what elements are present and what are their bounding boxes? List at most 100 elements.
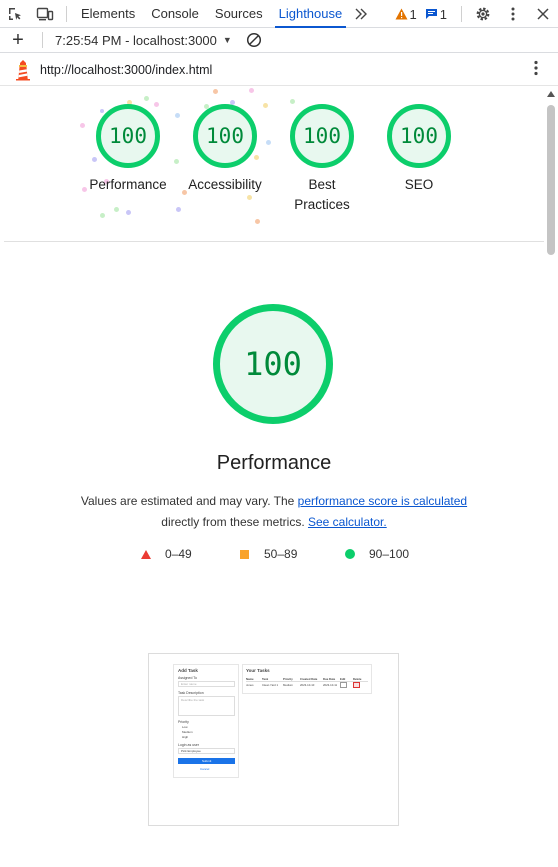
confetti-dot [174,159,179,164]
gauge-performance-score: 100 [96,104,160,168]
desc-text: Values are estimated and may vary. The [80,494,298,508]
see-calculator-link[interactable]: See calculator. [308,515,387,529]
gauge-performance-label: Performance [89,177,167,192]
performance-heading: Performance [216,452,332,474]
desc-text: directly from these metrics. [161,515,308,529]
warnings-count: 1 [409,6,417,22]
lighthouse-report: 100 Performance 100 Accessibility 100 Be… [4,87,544,867]
mini-desc-placeholder: Describe the task [181,698,205,702]
confetti-dot [176,207,181,212]
more-tabs-icon[interactable] [350,8,372,20]
mini-row-due: 2023-10-11 [323,683,338,687]
mini-user-value: Pick Employee [181,749,201,753]
mini-row-task: Clean Yard 1 [262,683,279,687]
mini-priority-medium: Medium [182,730,193,734]
final-screenshot[interactable]: Add Task Assigned To Enter name Task Des… [148,653,399,826]
legend-pass: 90–100 [345,547,409,561]
lighthouse-toolbar: + 7:25:54 PM - localhost:3000 ▼ [0,28,558,53]
legend-fail-range: 0–49 [165,547,192,561]
legend-average: 50–89 [240,547,297,561]
scroll-up-arrow-icon[interactable] [547,91,555,97]
report-menu-icon[interactable] [534,60,538,81]
gauge-seo-label: SEO [404,177,434,192]
divider [461,6,462,22]
mini-task-list-card: Your Tasks Name Task Priority Created Da… [242,664,372,694]
score-legend: 0–49 50–89 90–100 [4,547,544,563]
device-toolbar-icon[interactable] [30,0,60,28]
messages-count: 1 [439,6,447,22]
gauge-accessibility-score: 100 [193,104,257,168]
gauge-best-practices[interactable]: 100 Best Practices [277,87,367,215]
settings-gear-icon[interactable] [468,0,498,28]
clear-all-icon[interactable] [246,32,262,48]
mini-assigned-input: Enter name [178,681,235,687]
pass-circle-icon [345,549,355,559]
confetti-dot [255,219,260,224]
confetti-dot [114,207,119,212]
average-square-icon [240,549,249,559]
tab-console[interactable]: Console [143,0,207,28]
vertical-scrollbar[interactable] [544,87,558,867]
gauge-accessibility[interactable]: 100 Accessibility [180,87,270,195]
report-selector[interactable]: 7:25:54 PM - localhost:3000 [55,33,217,48]
mini-cancel-link: Cancel [200,767,210,771]
kebab-menu-icon[interactable] [498,0,528,28]
confetti-dot [247,195,252,200]
mini-delete-icon [353,682,360,688]
tab-sources[interactable]: Sources [207,0,271,28]
mini-priority-low: Low [182,725,188,729]
inspect-element-icon[interactable] [0,0,30,28]
divider [66,5,67,22]
fail-triangle-icon [141,549,151,559]
mini-divider [246,681,368,682]
gauge-performance[interactable]: 100 Performance [83,87,173,195]
confetti-dot [126,210,131,215]
mini-submit-label: Submit [202,759,212,763]
mini-priority-high: High [182,735,189,739]
legend-fail: 0–49 [141,547,192,561]
lighthouse-logo-icon [14,59,32,81]
mini-user-select: Pick Employee [178,748,235,754]
devtools-tabbar: Elements Console Sources Lighthouse 1 1 [0,0,558,28]
divider [42,32,43,48]
messages-badge[interactable]: 1 [425,7,447,22]
score-calculated-link[interactable]: performance score is calculated [298,494,467,508]
report-url: http://localhost:3000/index.html [40,62,213,77]
performance-description: Values are estimated and may vary. The p… [64,491,484,533]
new-report-plus-icon[interactable]: + [0,30,36,50]
score-gauges: 100 Performance 100 Accessibility 100 Be… [4,87,544,242]
mini-assigned-placeholder: Enter name [181,682,197,686]
gauge-best-practices-label: Best Practices [294,177,350,212]
legend-average-range: 50–89 [264,547,298,561]
close-icon[interactable] [528,0,558,28]
mini-submit-button: Submit [178,758,235,764]
legend-pass-range: 90–100 [369,547,410,561]
gauge-seo-score: 100 [387,104,451,168]
performance-main-gauge: 100 [213,304,333,424]
mini-row-priority: Medium [283,683,293,687]
gauge-seo[interactable]: 100 SEO [374,87,464,195]
devtools-right-controls: 1 1 [395,0,558,28]
gauge-best-practices-score: 100 [290,104,354,168]
message-icon [425,9,437,19]
gauge-accessibility-label: Accessibility [188,177,262,192]
warning-icon [395,8,408,20]
confetti-dot [100,213,105,218]
mini-row-name: Jones [246,683,254,687]
tab-lighthouse[interactable]: Lighthouse [271,0,351,28]
mini-row-created: 2023-10-10 [300,683,315,687]
mini-form-title: Add Task [178,668,198,673]
warnings-badge[interactable]: 1 [395,7,417,22]
mini-user-label: Login as user [178,743,200,747]
devtools-window: Elements Console Sources Lighthouse 1 1 [0,0,558,867]
mini-edit-icon [340,682,347,688]
tab-elements[interactable]: Elements [73,0,143,28]
mini-list-title: Your Tasks [246,668,270,673]
dropdown-caret-icon[interactable]: ▼ [223,35,232,45]
scrollbar-thumb[interactable] [547,105,555,255]
mini-desc-label: Task Description [178,691,204,695]
report-url-bar: http://localhost:3000/index.html [0,54,558,86]
mini-form-card: Add Task Assigned To Enter name Task Des… [173,664,239,778]
mini-priority-label: Priority [178,720,189,724]
mini-desc-input: Describe the task [178,696,235,716]
